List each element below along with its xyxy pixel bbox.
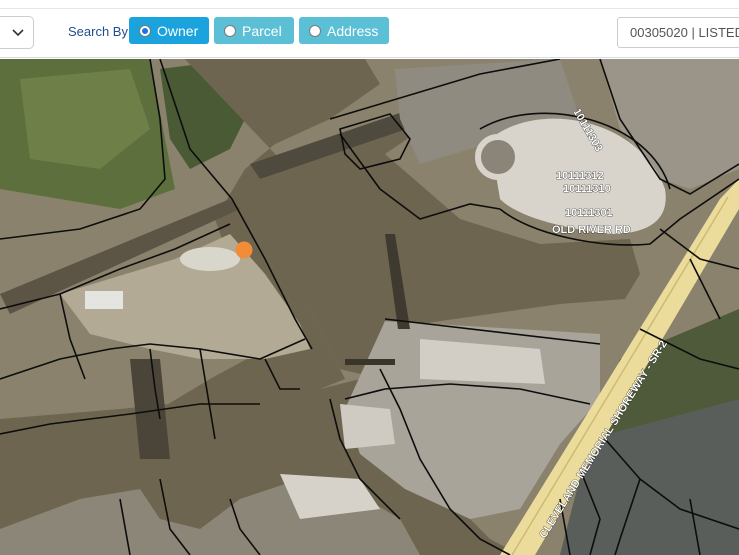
parcel-label-10111312: 10111312 [556, 170, 604, 182]
search-option-owner-label: Owner [157, 22, 199, 39]
parcel-search-input[interactable]: 00305020 | LISTED [617, 17, 739, 48]
map-canvas[interactable]: 10111303 10111312 10111310 10111301 OLD … [0, 59, 739, 555]
chevron-down-icon [12, 29, 24, 37]
street-label-old-river-rd: OLD RIVER RD [552, 224, 631, 236]
traffic-circle [475, 134, 521, 180]
tank-facility [340, 404, 395, 449]
search-option-address[interactable]: Address [299, 17, 389, 44]
parcel-label-10111310: 10111310 [563, 183, 611, 195]
building-shed [85, 291, 123, 309]
radio-parcel[interactable] [224, 24, 236, 37]
parcel-label-10111301: 10111301 [565, 207, 613, 219]
search-by-label: Search By [68, 24, 128, 39]
radio-address[interactable] [309, 24, 321, 37]
window-top-strip [0, 0, 739, 9]
selected-parcel-marker[interactable] [235, 241, 253, 259]
search-option-parcel-label: Parcel [242, 22, 282, 39]
search-option-address-label: Address [327, 22, 379, 39]
layer-dropdown[interactable] [0, 16, 34, 49]
search-option-parcel[interactable]: Parcel [214, 17, 294, 44]
aerial-parcel-map[interactable]: 10111303 10111312 10111310 10111301 OLD … [0, 59, 739, 555]
sand-pile [180, 247, 240, 271]
pier-structure [345, 359, 395, 365]
search-option-owner[interactable]: Owner [129, 17, 209, 44]
search-toolbar: Search By Owner Parcel Address 00305020 … [0, 10, 739, 58]
radio-owner[interactable] [139, 24, 151, 37]
